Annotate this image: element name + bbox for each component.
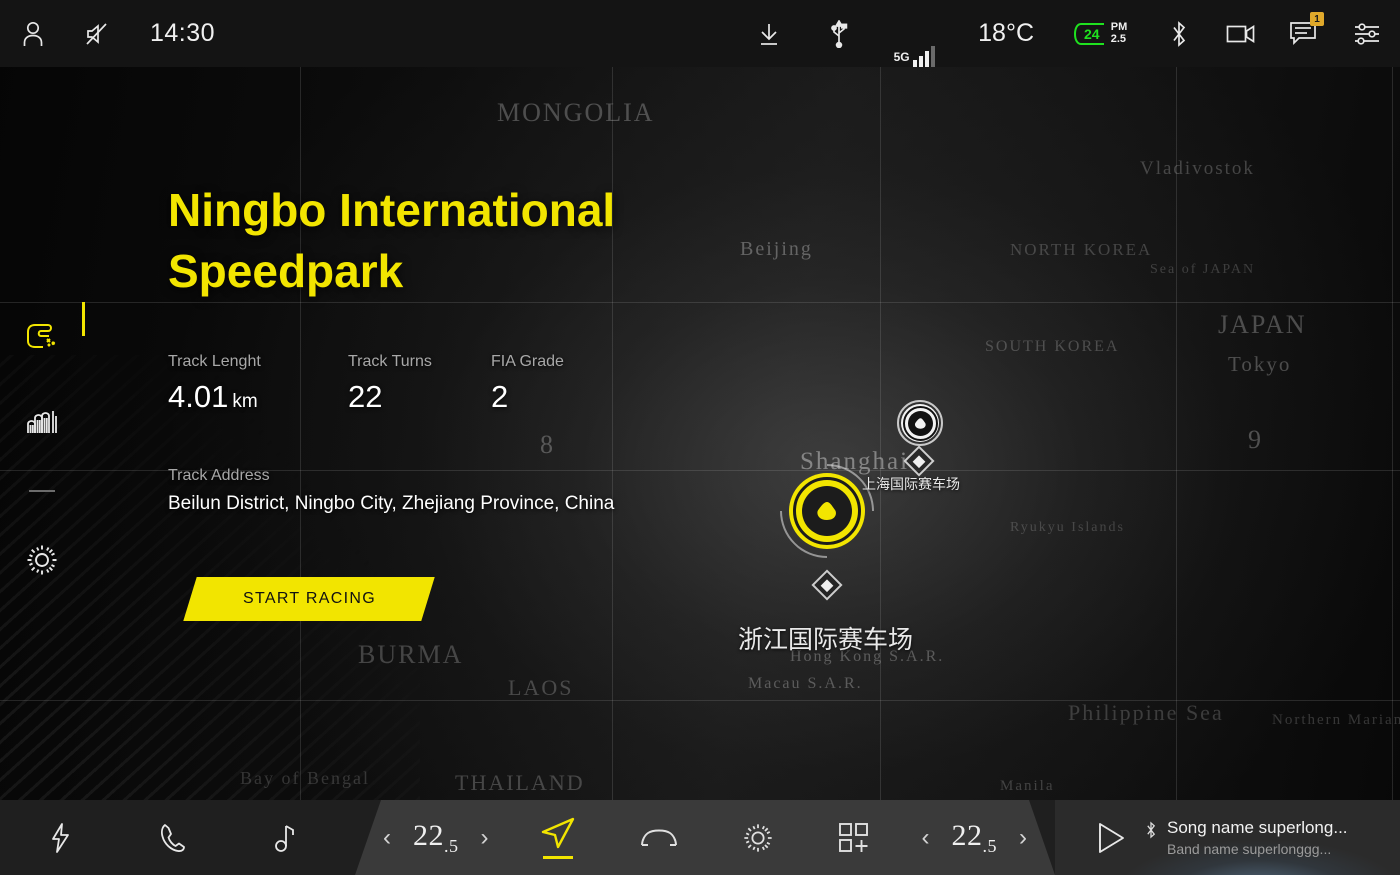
start-racing-button[interactable]: START RACING — [183, 577, 435, 622]
track-stat-value: 2 — [491, 379, 509, 415]
navigation-active-underline — [543, 856, 573, 859]
usb-icon — [808, 0, 870, 67]
clock: 14:30 — [150, 19, 216, 47]
status-bar: 14:30 5G 18°C 24 PM 2.5 1 — [0, 0, 1400, 67]
race-track-icon — [25, 322, 59, 352]
shanghai-track-marker[interactable] — [897, 400, 943, 446]
poi-marker-south[interactable] — [811, 569, 843, 601]
marker-inner — [907, 410, 933, 436]
map-grid-number: 9 — [1248, 425, 1261, 454]
download-icon[interactable] — [730, 0, 808, 67]
sidebar-item-statistics[interactable] — [0, 379, 84, 463]
passenger-temp-increase[interactable]: › — [1019, 826, 1027, 850]
driver-temp-value: 22.5 — [413, 818, 459, 856]
quick-actions-group — [0, 800, 355, 875]
track-stat-label: FIA Grade — [491, 353, 564, 371]
outside-temperature: 18°C — [978, 19, 1034, 47]
left-sidebar — [0, 67, 84, 807]
track-address-value: Beilun District, Ningbo City, Zhejiang P… — [168, 493, 615, 515]
media-artist-name: Band name superlonggg... — [1167, 840, 1332, 857]
profile-icon[interactable] — [0, 0, 66, 67]
passenger-temp-decrease[interactable]: ‹ — [922, 826, 930, 850]
message-icon[interactable]: 1 — [1272, 0, 1334, 67]
marker-inner — [802, 486, 852, 536]
bar-chart-icon — [26, 407, 58, 435]
pm-label-bottom: 2.5 — [1110, 32, 1127, 45]
network-type-label: 5G — [893, 50, 910, 64]
track-info-panel: Ningbo International Speedpark Track Len… — [168, 180, 808, 622]
track-stat: Track Lenght 4.01 km — [168, 353, 348, 415]
track-stats-row: Track Lenght 4.01 km Track Turns 22 FIA Grade… — [168, 353, 808, 415]
driver-temperature-control: ‹ 22.5 › — [383, 819, 489, 857]
track-stat: Track Turns 22 — [348, 353, 491, 415]
sidebar-item-settings[interactable] — [0, 518, 84, 602]
media-player-widget[interactable]: Song name superlong... Band name superlo… — [1055, 800, 1400, 875]
white-marker-graphic — [897, 400, 943, 446]
air-quality-value: 24 — [1083, 25, 1100, 42]
media-track-title: Song name superlong... — [1167, 817, 1348, 837]
signal-bars-icon: 5G — [870, 0, 958, 67]
bluetooth-icon — [1145, 821, 1157, 839]
track-address-label: Track Address — [168, 467, 270, 485]
volume-muted-icon[interactable] — [66, 0, 128, 67]
navigation-arrow-icon[interactable] — [540, 817, 576, 859]
track-stat-unit: km — [232, 391, 258, 413]
sidebar-divider — [0, 463, 84, 518]
gear-icon — [25, 543, 59, 577]
play-icon[interactable] — [1095, 821, 1127, 855]
diamond-marker-graphic — [811, 569, 843, 601]
message-badge-count: 1 — [1310, 12, 1324, 26]
track-stat: FIA Grade 2 — [491, 353, 580, 415]
gear-icon[interactable] — [742, 822, 774, 854]
lightning-icon[interactable] — [48, 822, 72, 854]
car-icon[interactable] — [640, 825, 678, 851]
apps-grid-plus-icon[interactable] — [838, 822, 870, 854]
track-address-block: Track Address Beilun District, Ningbo Ci… — [168, 467, 808, 515]
passenger-temperature-control: ‹ 22.5 › — [922, 819, 1028, 857]
pm-label-top: PM — [1110, 20, 1128, 33]
video-camera-icon[interactable] — [1210, 0, 1272, 67]
air-quality-icon[interactable]: 24 PM 2.5 — [1052, 0, 1148, 67]
center-nav-icons — [540, 817, 870, 859]
track-stat-label: Track Lenght — [168, 353, 261, 371]
diamond-marker-graphic — [903, 445, 935, 477]
sidebar-item-track-mode[interactable] — [0, 295, 84, 379]
infotainment-screen: 89 MONGOLIA Beijing Vladivostok NORTH KOREA… — [0, 0, 1400, 875]
music-note-icon[interactable] — [274, 823, 298, 853]
dash-icon — [29, 489, 55, 492]
phone-icon[interactable] — [160, 823, 186, 853]
page-title: Ningbo International Speedpark — [168, 184, 616, 297]
marker-core — [901, 404, 939, 442]
sliders-icon[interactable] — [1334, 0, 1400, 67]
bottom-bar: ‹ 22.5 › ‹ 22.5 › Song name superlong...… — [0, 800, 1400, 875]
track-stat-value: 4.01 km — [168, 379, 258, 415]
driver-temp-increase[interactable]: › — [481, 826, 489, 850]
climate-control-bar: ‹ 22.5 › ‹ 22.5 › — [355, 800, 1055, 875]
bluetooth-icon[interactable] — [1148, 0, 1210, 67]
sidebar-active-indicator — [82, 302, 85, 336]
track-stat-label: Track Turns — [348, 353, 432, 371]
start-racing-label: START RACING — [242, 590, 376, 608]
driver-temp-decrease[interactable]: ‹ — [383, 826, 391, 850]
track-stat-value: 22 — [348, 379, 383, 415]
passenger-temp-value: 22.5 — [951, 818, 997, 856]
poi-marker-north[interactable] — [903, 445, 935, 477]
